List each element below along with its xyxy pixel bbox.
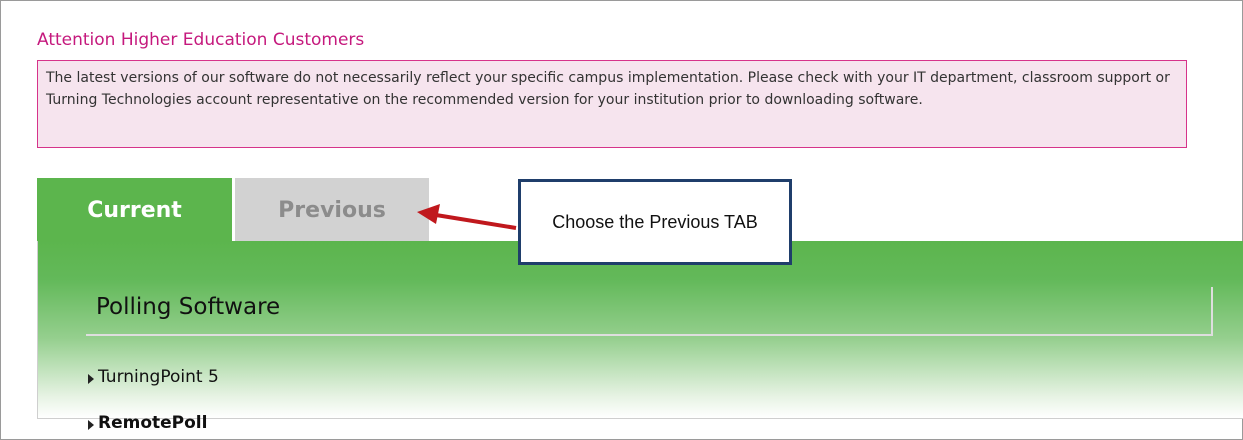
annotation-callout: Choose the Previous TAB xyxy=(518,179,792,265)
list-item-remotepoll[interactable]: RemotePoll xyxy=(88,413,207,433)
list-item-label: RemotePoll xyxy=(98,413,208,433)
expand-arrow-icon xyxy=(88,420,94,430)
attention-heading: Attention Higher Education Customers xyxy=(37,30,365,50)
expand-arrow-icon xyxy=(88,374,94,384)
tab-previous[interactable]: Previous xyxy=(235,178,429,242)
section-title: Polling Software xyxy=(96,294,281,320)
list-item-label: TurningPoint 5 xyxy=(98,367,219,387)
tab-current[interactable]: Current xyxy=(37,178,232,242)
notice-box: The latest versions of our software do n… xyxy=(37,60,1187,148)
list-item-turningpoint[interactable]: TurningPoint 5 xyxy=(88,367,219,387)
